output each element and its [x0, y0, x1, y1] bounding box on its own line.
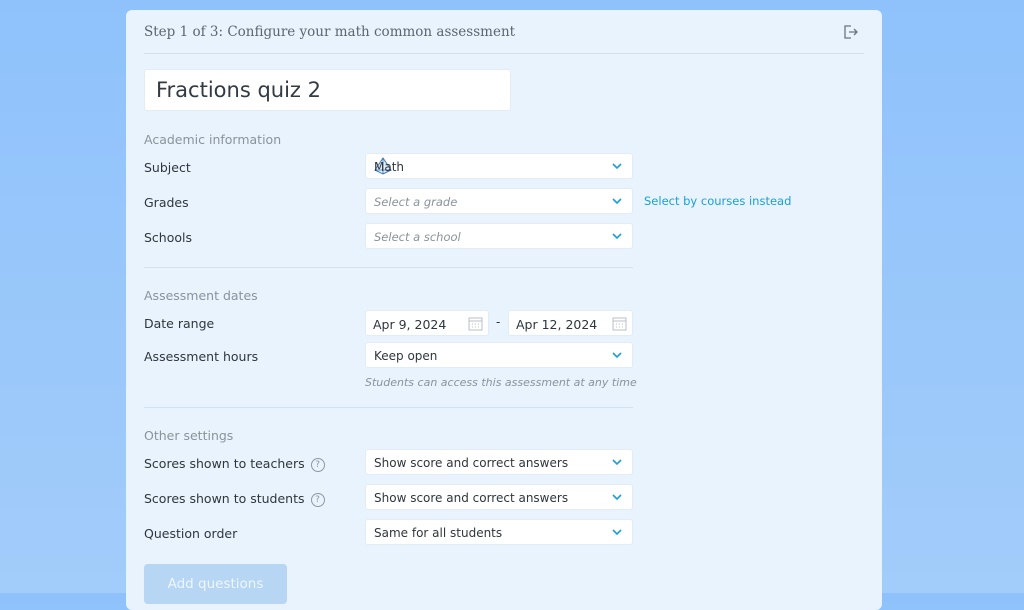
chevron-down-icon [612, 494, 622, 501]
calendar-icon [468, 317, 483, 331]
end-date-field[interactable]: Apr 12, 2024 [508, 310, 633, 336]
exit-icon[interactable] [842, 24, 858, 40]
question-order-select[interactable]: Same for all students [365, 519, 633, 545]
schools-placeholder: Select a school [374, 230, 461, 244]
start-date-value: Apr 9, 2024 [373, 317, 447, 332]
teacher-scores-value: Show score and correct answers [374, 456, 569, 470]
grades-label: Grades [144, 195, 189, 210]
student-scores-value: Show score and correct answers [374, 491, 569, 505]
chevron-down-icon [612, 163, 622, 170]
student-scores-label: Scores shown to students? [144, 491, 325, 507]
divider [144, 407, 633, 408]
question-order-value: Same for all students [374, 526, 503, 540]
select-by-courses-link[interactable]: Select by courses instead [644, 194, 791, 208]
add-questions-button[interactable]: Add questions [144, 564, 287, 604]
help-icon[interactable]: ? [310, 458, 325, 472]
other-section-title: Other settings [144, 428, 234, 443]
end-date-value: Apr 12, 2024 [516, 317, 598, 332]
help-icon[interactable]: ? [310, 493, 325, 507]
dates-section-title: Assessment dates [144, 288, 258, 303]
subject-select[interactable]: Math [365, 153, 633, 179]
chevron-down-icon [612, 233, 622, 240]
assessment-config-panel: Step 1 of 3: Configure your math common … [126, 10, 882, 610]
grades-select[interactable]: Select a grade [365, 188, 633, 214]
assessment-hours-select[interactable]: Keep open [365, 342, 633, 368]
assessment-hours-label: Assessment hours [144, 349, 259, 364]
header: Step 1 of 3: Configure your math common … [144, 10, 864, 54]
subject-label: Subject [144, 160, 191, 175]
divider [144, 267, 633, 268]
question-order-label: Question order [144, 526, 238, 541]
page-title: Step 1 of 3: Configure your math common … [144, 24, 516, 40]
start-date-field[interactable]: Apr 9, 2024 [365, 310, 489, 336]
chevron-down-icon [612, 352, 622, 359]
teacher-scores-select[interactable]: Show score and correct answers [365, 449, 633, 475]
assessment-name-input[interactable] [144, 69, 511, 111]
assessment-hours-value: Keep open [374, 349, 438, 363]
subject-value: Math [374, 160, 405, 174]
calendar-icon [612, 317, 627, 331]
grades-placeholder: Select a grade [374, 195, 458, 209]
chevron-down-icon [612, 459, 622, 466]
schools-select[interactable]: Select a school [365, 223, 633, 249]
teacher-scores-label: Scores shown to teachers? [144, 456, 325, 472]
student-scores-select[interactable]: Show score and correct answers [365, 484, 633, 510]
date-range-label: Date range [144, 316, 215, 331]
academic-section-title: Academic information [144, 132, 282, 147]
assessment-hours-hint: Students can access this assessment at a… [365, 376, 637, 389]
chevron-down-icon [612, 198, 622, 205]
date-range-separator: - [496, 315, 501, 329]
chevron-down-icon [612, 529, 622, 536]
schools-label: Schools [144, 230, 193, 245]
